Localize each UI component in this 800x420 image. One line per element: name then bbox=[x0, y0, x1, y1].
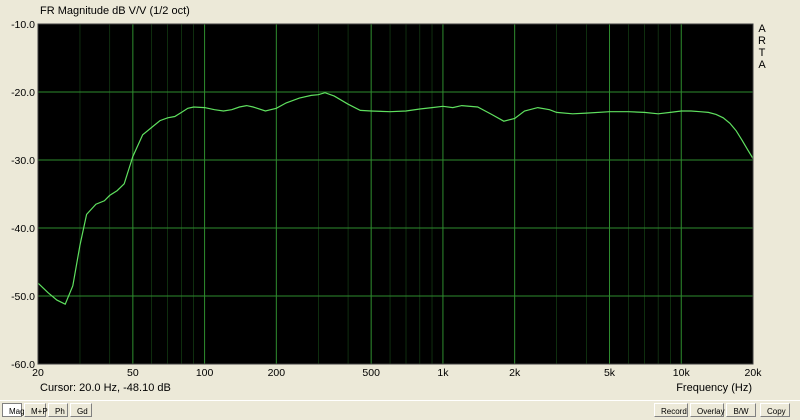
record-button[interactable]: Record bbox=[654, 403, 688, 417]
x-tick-label: 20 bbox=[32, 367, 44, 379]
tab-gd[interactable]: Gd bbox=[70, 403, 92, 417]
bottom-toolbar: Mag M+P Ph Gd Record Overlay B/W Copy bbox=[0, 400, 800, 420]
y-tick-label: -30.0 bbox=[11, 155, 35, 167]
y-tick-label: -40.0 bbox=[11, 223, 35, 235]
x-tick-label: 200 bbox=[268, 367, 286, 379]
overlay-button[interactable]: Overlay bbox=[690, 403, 725, 417]
x-tick-label: 1k bbox=[437, 367, 449, 379]
y-tick-label: -20.0 bbox=[11, 87, 35, 99]
app-window: FR Magnitude dB V/V (1/2 oct) ARTA -10.0… bbox=[0, 0, 800, 420]
x-axis-label: Frequency (Hz) bbox=[676, 382, 752, 394]
x-tick-label: 100 bbox=[196, 367, 214, 379]
x-tick-label: 20k bbox=[745, 367, 763, 379]
x-tick-label: 5k bbox=[604, 367, 616, 379]
y-tick-label: -50.0 bbox=[11, 291, 35, 303]
plot-area[interactable]: -10.0-20.0-30.0-40.0-50.0-60.020 50 100 200… bbox=[0, 0, 800, 400]
cursor-readout: Cursor: 20.0 Hz, -48.10 dB bbox=[40, 382, 171, 394]
tab-mag[interactable]: Mag bbox=[2, 403, 25, 417]
tab-ph[interactable]: Ph bbox=[48, 403, 68, 417]
plot-background bbox=[38, 24, 753, 364]
x-tick-label: 2k bbox=[509, 367, 521, 379]
x-tick-label: 10k bbox=[673, 367, 691, 379]
x-tick-label: 500 bbox=[362, 367, 380, 379]
y-tick-label: -10.0 bbox=[11, 19, 35, 31]
x-tick-label: 50 bbox=[127, 367, 139, 379]
tab-mp[interactable]: M+P bbox=[24, 403, 48, 417]
bw-button[interactable]: B/W bbox=[726, 403, 756, 417]
copy-button[interactable]: Copy bbox=[760, 403, 790, 417]
